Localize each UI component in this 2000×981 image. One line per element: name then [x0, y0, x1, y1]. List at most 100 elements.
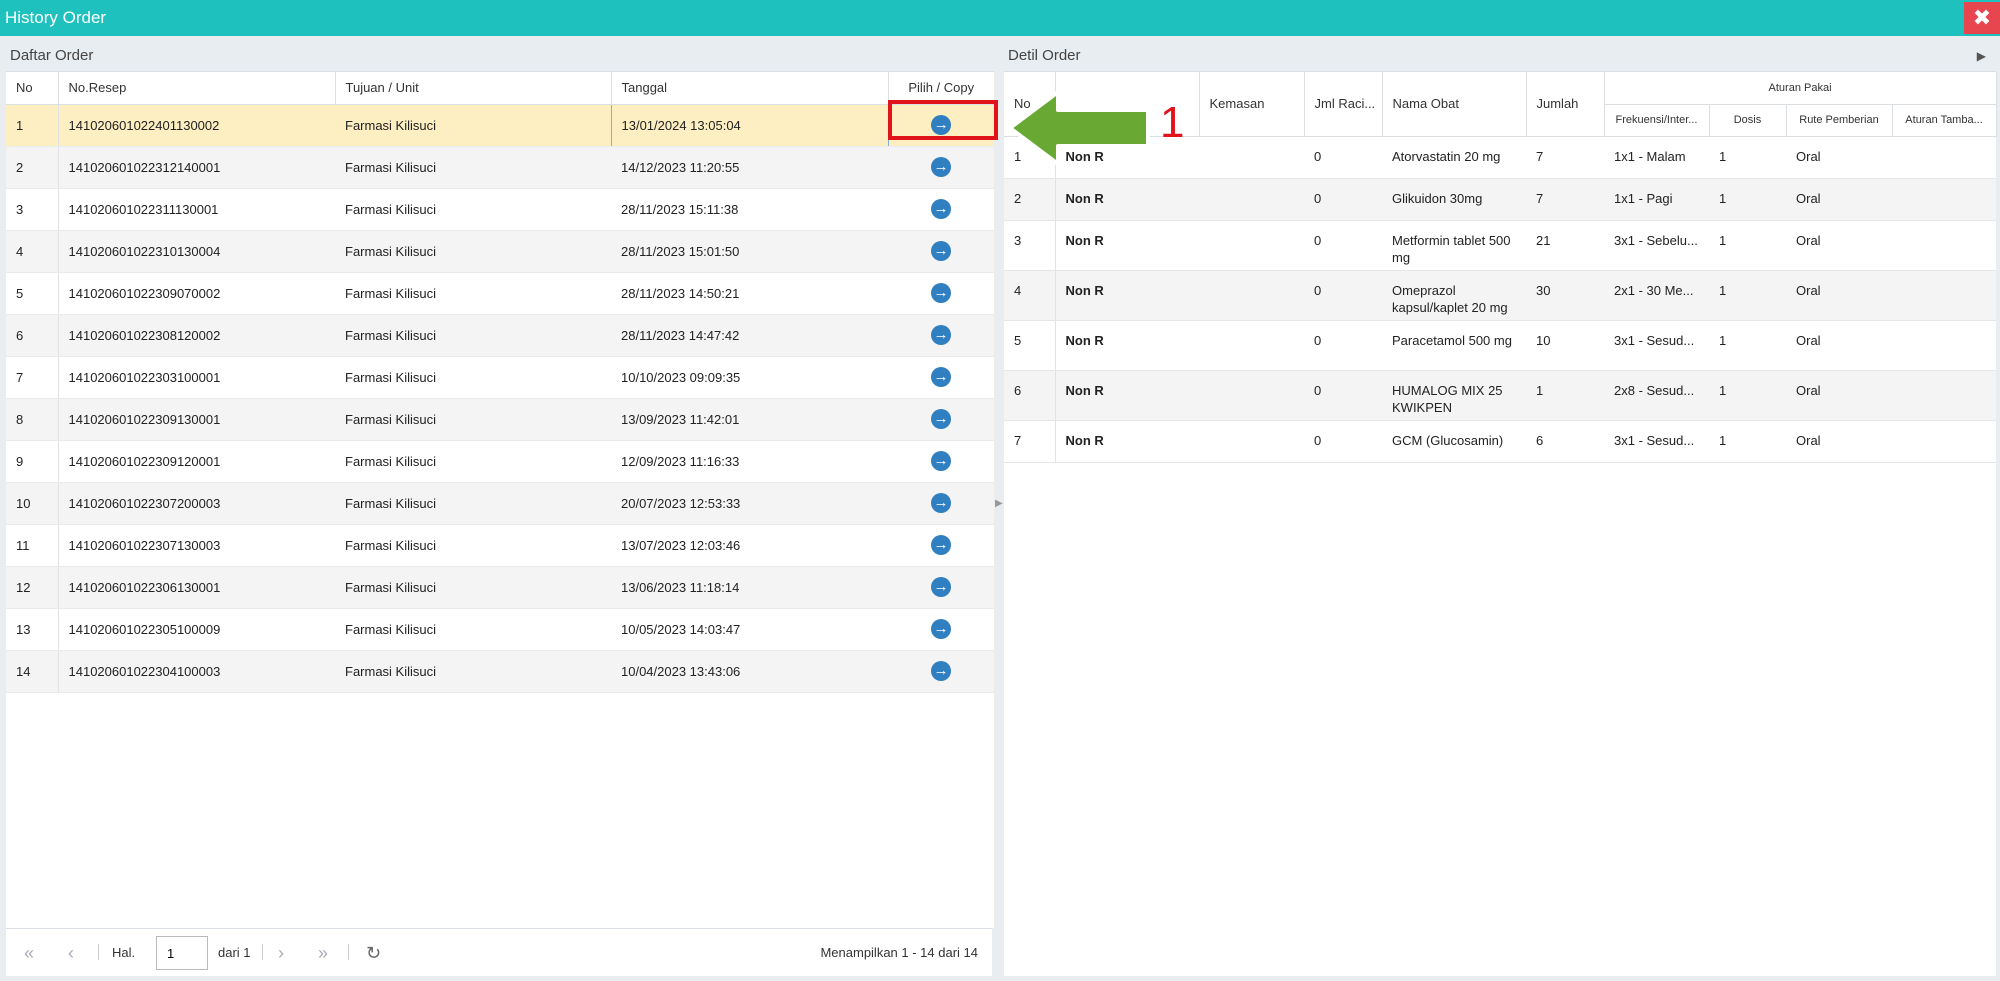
next-page-icon[interactable]: ›: [278, 943, 284, 964]
table-row[interactable]: 1 Non R 0 Atorvastatin 20 mg 7 1x1 - Malam 1 Or…: [1004, 136, 1997, 179]
detail-col-nama-obat[interactable]: Nama Obat: [1382, 72, 1527, 137]
table-row[interactable]: 3 141020601022311130001 Farmasi Kilisuci 28…: [6, 188, 994, 231]
table-row[interactable]: 13 141020601022305100009 Farmasi Kilisuci 1…: [6, 608, 994, 651]
detail-col-rute[interactable]: Rute Pemberian: [1786, 104, 1893, 137]
cell-no: 7: [6, 356, 59, 399]
detail-cell-dosis: 1: [1709, 320, 1786, 371]
table-row[interactable]: 10 141020601022307200003 Farmasi Kilisuci 2…: [6, 482, 994, 525]
detail-cell-kemasan: [1199, 136, 1304, 179]
table-row[interactable]: 3 Non R 0 Metformin tablet 500 mg 21 3x1 - Se…: [1004, 220, 1997, 271]
detail-cell-jumlah: 6: [1526, 420, 1604, 463]
cell-no: 1: [6, 104, 59, 147]
table-row[interactable]: 11 141020601022307130003 Farmasi Kilisuci 1…: [6, 524, 994, 567]
pick-copy-arrow-icon[interactable]: →: [931, 577, 951, 597]
detail-col-jml-racikan[interactable]: Jml Raci...: [1304, 72, 1383, 137]
pick-copy-arrow-icon[interactable]: →: [931, 619, 951, 639]
pick-copy-arrow-icon[interactable]: →: [931, 157, 951, 177]
annotation-arrow: [1008, 90, 1150, 166]
cell-tanggal: 14/12/2023 11:20:55: [611, 146, 888, 189]
table-row[interactable]: 4 141020601022310130004 Farmasi Kilisuci 28…: [6, 230, 994, 273]
table-row[interactable]: 6 Non R 0 HUMALOG MIX 25 KWIKPEN 1 2x8 - Sesu…: [1004, 370, 1997, 421]
table-row[interactable]: 7 Non R 0 GCM (Glucosamin) 6 3x1 - Sesud... 1 O…: [1004, 420, 1997, 463]
list-col-no[interactable]: No: [6, 72, 59, 105]
detail-cell-jml-racikan: 0: [1304, 270, 1382, 321]
pick-copy-arrow-icon[interactable]: →: [931, 283, 951, 303]
refresh-icon[interactable]: ↻: [366, 943, 381, 964]
cell-tanggal: 28/11/2023 15:11:38: [611, 188, 888, 231]
close-button[interactable]: ✖: [1964, 2, 2000, 34]
cell-tanggal: 20/07/2023 12:53:33: [611, 482, 888, 525]
detail-cell-aturan-tambahan: [1892, 178, 1997, 221]
detail-col-frekuensi[interactable]: Frekuensi/Inter...: [1604, 104, 1710, 137]
list-col-resep[interactable]: No.Resep: [58, 72, 336, 105]
pick-copy-arrow-icon[interactable]: →: [931, 325, 951, 345]
pick-copy-arrow-icon[interactable]: →: [931, 199, 951, 219]
cell-tanggal: 13/01/2024 13:05:04: [610, 103, 889, 147]
detail-cell-no: 5: [1004, 320, 1056, 371]
cell-pilih: →: [888, 230, 994, 273]
panel-splitter[interactable]: ▶: [994, 36, 1004, 981]
pick-copy-arrow-icon[interactable]: →: [931, 451, 951, 471]
detail-col-aturan-tambahan[interactable]: Aturan Tamba...: [1892, 104, 1997, 137]
detail-cell-rute: Oral: [1786, 420, 1892, 463]
table-row[interactable]: 8 141020601022309130001 Farmasi Kilisuci 13…: [6, 398, 994, 441]
cell-unit: Farmasi Kilisuci: [335, 524, 611, 567]
list-col-unit[interactable]: Tujuan / Unit: [335, 72, 612, 105]
annotation-highlight-box: [888, 100, 998, 140]
table-row[interactable]: 12 141020601022306130001 Farmasi Kilisuci 1…: [6, 566, 994, 609]
prev-page-icon[interactable]: ‹: [68, 943, 74, 964]
table-row[interactable]: 6 141020601022308120002 Farmasi Kilisuci 28…: [6, 314, 994, 357]
cell-tanggal: 28/11/2023 14:47:42: [611, 314, 888, 357]
cell-resep: 141020601022309070002: [58, 272, 335, 315]
cell-resep: 141020601022304100003: [58, 650, 335, 693]
cell-pilih: →: [888, 524, 994, 567]
detail-cell-no: 2: [1004, 178, 1056, 221]
cell-tanggal: 10/04/2023 13:43:06: [611, 650, 888, 693]
cell-pilih: →: [888, 272, 994, 315]
pagination-summary: Menampilkan 1 - 14 dari 14: [820, 945, 978, 960]
pick-copy-arrow-icon[interactable]: →: [931, 493, 951, 513]
detail-cell-jumlah: 7: [1526, 178, 1604, 221]
window-title: History Order: [5, 8, 107, 27]
pick-copy-arrow-icon[interactable]: →: [931, 661, 951, 681]
cell-pilih: →: [888, 188, 994, 231]
expand-icon[interactable]: ▶: [1977, 40, 1986, 72]
table-row[interactable]: 2 141020601022312140001 Farmasi Kilisuci 14…: [6, 146, 994, 189]
window-titlebar: History Order ✖: [0, 0, 2000, 36]
detail-cell-aturan-tambahan: [1892, 136, 1997, 179]
detail-cell-no: 7: [1004, 420, 1056, 463]
detail-cell-jml-racikan: 0: [1304, 420, 1382, 463]
table-row[interactable]: 2 Non R 0 Glikuidon 30mg 7 1x1 - Pagi 1 Oral: [1004, 178, 1997, 221]
table-row[interactable]: 9 141020601022309120001 Farmasi Kilisuci 12…: [6, 440, 994, 483]
detail-cell-dosis: 1: [1709, 370, 1786, 421]
cell-tanggal: 28/11/2023 14:50:21: [611, 272, 888, 315]
order-detail-title: Detil Order ▶: [1004, 40, 1996, 72]
cell-pilih: →: [888, 146, 994, 189]
cell-resep: 141020601022309130001: [58, 398, 335, 441]
table-row[interactable]: 5 Non R 0 Paracetamol 500 mg 10 3x1 - Sesud..…: [1004, 320, 1997, 371]
cell-no: 5: [6, 272, 59, 315]
table-row[interactable]: 5 141020601022309070002 Farmasi Kilisuci 28…: [6, 272, 994, 315]
pick-copy-arrow-icon[interactable]: →: [931, 367, 951, 387]
list-col-tanggal[interactable]: Tanggal: [611, 72, 889, 105]
detail-col-dosis[interactable]: Dosis: [1709, 104, 1787, 137]
table-row[interactable]: 14 141020601022304100003 Farmasi Kilisuci 1…: [6, 650, 994, 693]
detail-cell-rute: Oral: [1786, 136, 1892, 179]
table-row[interactable]: 7 141020601022303100001 Farmasi Kilisuci 10…: [6, 356, 994, 399]
cell-resep: 141020601022306130001: [58, 566, 335, 609]
cell-unit: Farmasi Kilisuci: [335, 608, 611, 651]
last-page-icon[interactable]: »: [318, 943, 328, 964]
order-detail-title-text: Detil Order: [1008, 47, 1081, 64]
first-page-icon[interactable]: «: [24, 943, 34, 964]
pick-copy-arrow-icon[interactable]: →: [931, 241, 951, 261]
pick-copy-arrow-icon[interactable]: →: [931, 409, 951, 429]
annotation-number: 1: [1160, 98, 1185, 147]
cell-resep: 141020601022307200003: [58, 482, 335, 525]
detail-col-jumlah[interactable]: Jumlah: [1526, 72, 1605, 137]
pick-copy-arrow-icon[interactable]: →: [931, 535, 951, 555]
table-row[interactable]: 4 Non R 0 Omeprazol kapsul/kaplet 20 mg 30 2x…: [1004, 270, 1997, 321]
detail-col-kemasan[interactable]: Kemasan: [1199, 72, 1305, 137]
detail-cell-frekuensi: 1x1 - Malam: [1604, 136, 1709, 179]
table-row[interactable]: 1 141020601022401130002 Farmasi Kilisuci 13…: [6, 103, 994, 147]
page-number-input[interactable]: [156, 936, 208, 970]
